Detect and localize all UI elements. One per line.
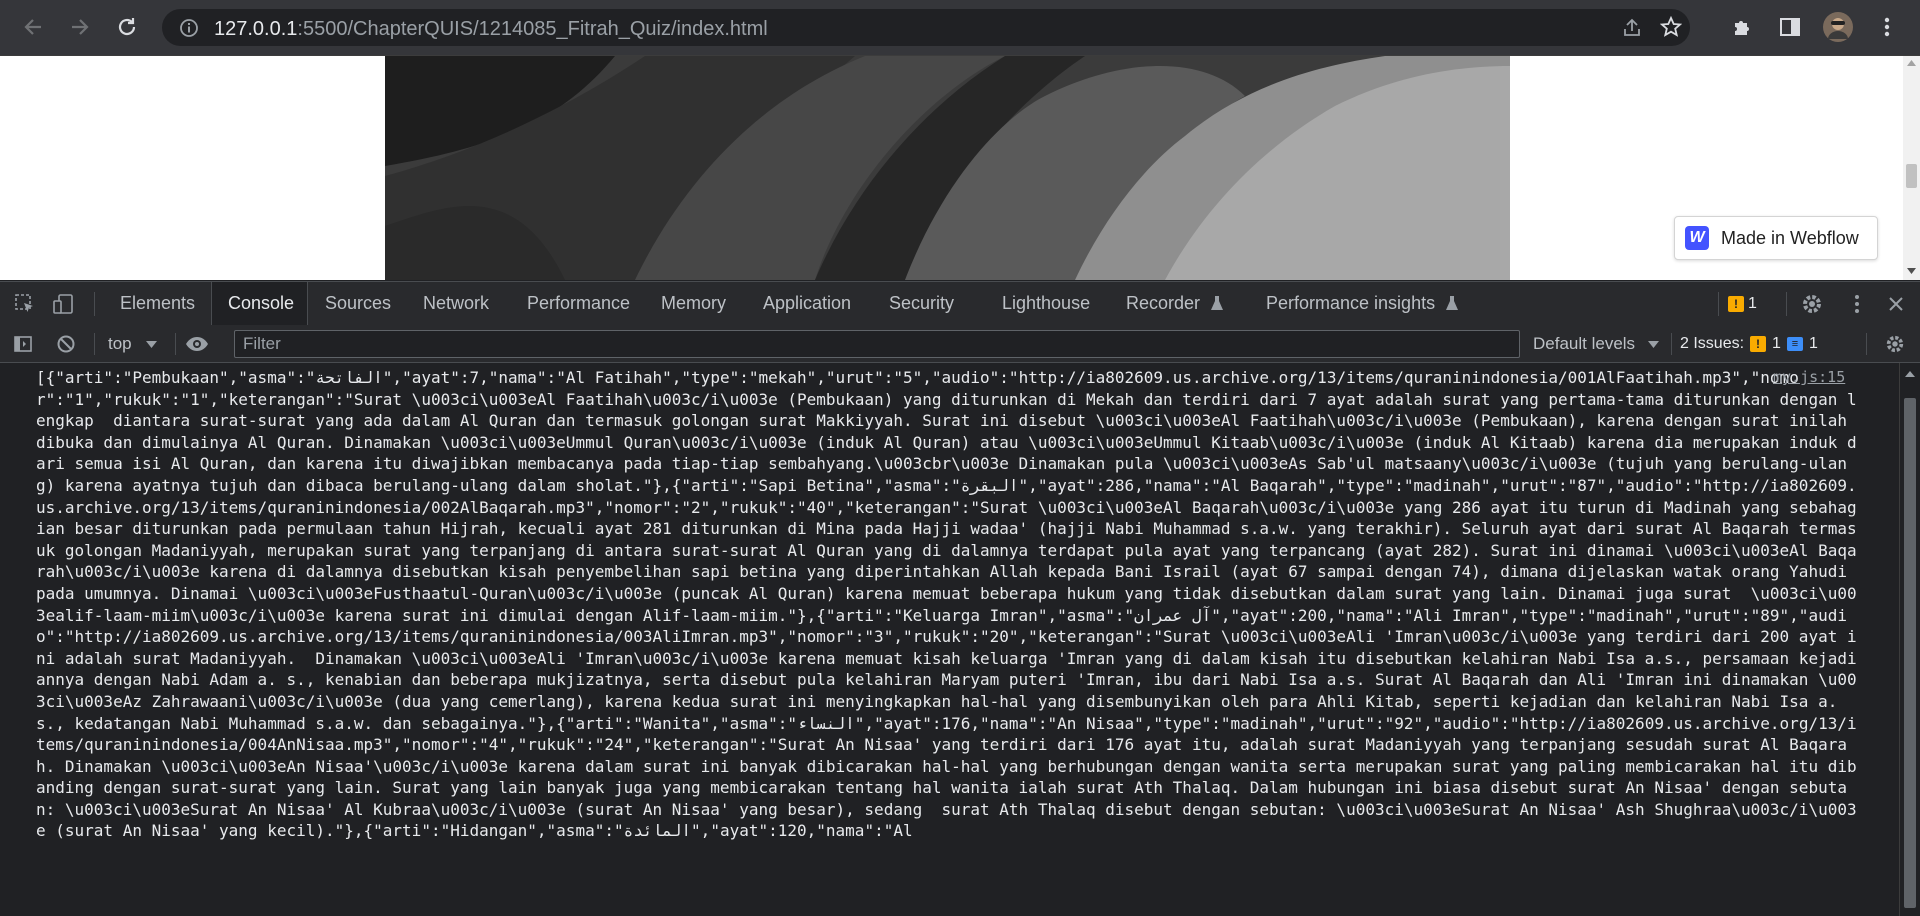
tab-performance-insights-label: Performance insights [1266,293,1436,313]
scroll-down-icon[interactable] [1907,268,1916,274]
kebab-menu-icon [1884,17,1890,37]
live-expression-button[interactable] [184,333,210,355]
source-location-link[interactable]: my.js:15 [1773,367,1845,389]
warning-count: 1 [1748,295,1757,312]
tab-memory[interactable]: Memory [661,282,726,325]
toolbar-divider [94,333,95,355]
experiment-flask-icon [1211,296,1224,310]
devtools-close-button[interactable] [1884,292,1908,316]
toolbar-divider [1718,292,1719,316]
abstract-hills-graphic [385,56,1510,280]
dropdown-triangle-icon [146,341,158,348]
share-icon[interactable] [1621,17,1643,39]
tab-network[interactable]: Network [423,282,489,325]
devtools-menu-button[interactable] [1845,292,1869,316]
scroll-up-icon[interactable] [1905,371,1915,377]
hero-image [385,56,1510,280]
scroll-up-icon[interactable] [1907,60,1916,66]
webflow-badge-label: Made in Webflow [1721,227,1859,248]
device-mode-icon [53,294,73,314]
avatar-icon [1823,12,1853,42]
console-settings-button[interactable] [1884,333,1906,355]
extensions-button[interactable] [1727,12,1757,42]
log-levels-dropdown[interactable]: Default levels [1533,326,1659,362]
gear-icon [1803,295,1821,313]
block-clear-icon [57,335,75,353]
context-selector[interactable]: top [108,326,158,362]
info-message-icon: ≡ [1786,337,1803,351]
puzzle-icon [1735,21,1749,35]
webflow-logo-icon: W [1685,226,1709,250]
url-text[interactable]: 127.0.0.1:5500/ChapterQUIS/1214085_Fitra… [214,18,768,41]
toolbar-divider [1786,292,1787,316]
inspect-element-button[interactable] [13,292,37,316]
bookmark-star-icon[interactable] [1660,16,1682,38]
warning-icon: ! [1728,296,1744,312]
side-panel-button[interactable] [1775,12,1805,42]
toolbar-divider [94,292,95,316]
tab-recorder[interactable]: Recorder [1126,282,1224,325]
device-toolbar-button[interactable] [51,292,75,316]
made-in-webflow-badge[interactable]: W Made in Webflow [1674,216,1878,260]
issues-button[interactable]: 2 Issues: ! 1 ≡ 1 [1680,331,1818,357]
issues-label: 2 Issues: [1680,335,1745,352]
console-scrollbar-thumb[interactable] [1904,398,1916,908]
sidebar-toggle-icon [14,336,32,352]
tab-application[interactable]: Application [763,282,851,325]
page-scrollbar-thumb[interactable] [1906,164,1917,188]
forward-arrow-icon [72,19,89,35]
inspect-cursor-icon [15,294,33,312]
log-levels-label: Default levels [1533,334,1636,353]
toolbar-divider [1866,333,1867,355]
console-scrollbar[interactable] [1899,363,1920,916]
console-log-message[interactable]: [{"arti":"Pembukaan","asma":"الفاتحة","a… [36,367,1862,842]
tab-console[interactable]: Console [211,282,308,325]
back-button[interactable] [16,10,50,44]
browser-menu-button[interactable] [1872,12,1902,42]
reload-icon [118,18,136,36]
page-viewport: W Made in Webflow [0,56,1920,280]
eye-icon [186,337,208,351]
back-arrow-icon [24,19,41,35]
tab-recorder-label: Recorder [1126,293,1201,313]
issues-info-count: 1 [1808,335,1818,352]
tab-performance[interactable]: Performance [527,282,630,325]
console-filter-input[interactable] [234,330,1520,358]
page-scrollbar[interactable] [1903,56,1920,280]
tab-sources[interactable]: Sources [325,282,391,325]
toolbar-divider [1671,333,1672,355]
address-bar[interactable]: 127.0.0.1:5500/ChapterQUIS/1214085_Fitra… [162,9,1690,46]
url-host: 127.0.0.1 [214,18,298,40]
devtools-tab-strip: Elements Console Sources Network Perform… [0,281,1920,327]
tab-performance-insights[interactable]: Performance insights [1266,282,1459,325]
reload-button[interactable] [110,10,144,44]
console-toolbar: top Default levels 2 Issues: ! 1 ≡ 1 [0,326,1920,363]
toolbar-divider [175,333,176,355]
kebab-menu-icon [1855,295,1859,313]
console-output: [{"arti":"Pembukaan","asma":"الفاتحة","a… [0,363,1899,916]
show-sidebar-button[interactable] [12,333,34,355]
devtools-settings-button[interactable] [1800,292,1824,316]
forward-button[interactable] [63,10,97,44]
tab-security[interactable]: Security [889,282,954,325]
dropdown-triangle-icon [1647,341,1659,348]
tab-lighthouse[interactable]: Lighthouse [1002,282,1090,325]
close-icon [1889,297,1903,311]
url-path: :5500/ChapterQUIS/1214085_Fitrah_Quiz/in… [297,18,768,40]
context-selector-label: top [108,334,132,353]
warnings-counter[interactable]: ! 1 [1728,291,1757,317]
browser-toolbar: 127.0.0.1:5500/ChapterQUIS/1214085_Fitra… [0,0,1920,56]
issues-warning-count: 1 [1772,335,1781,352]
tab-elements[interactable]: Elements [120,282,195,325]
gear-icon [1886,335,1904,353]
experiment-flask-icon [1446,296,1459,310]
side-panel-icon [1780,18,1800,36]
profile-avatar[interactable] [1823,12,1853,42]
clear-console-button[interactable] [55,333,77,355]
site-info-icon[interactable] [179,18,199,38]
warning-icon: ! [1750,336,1767,352]
